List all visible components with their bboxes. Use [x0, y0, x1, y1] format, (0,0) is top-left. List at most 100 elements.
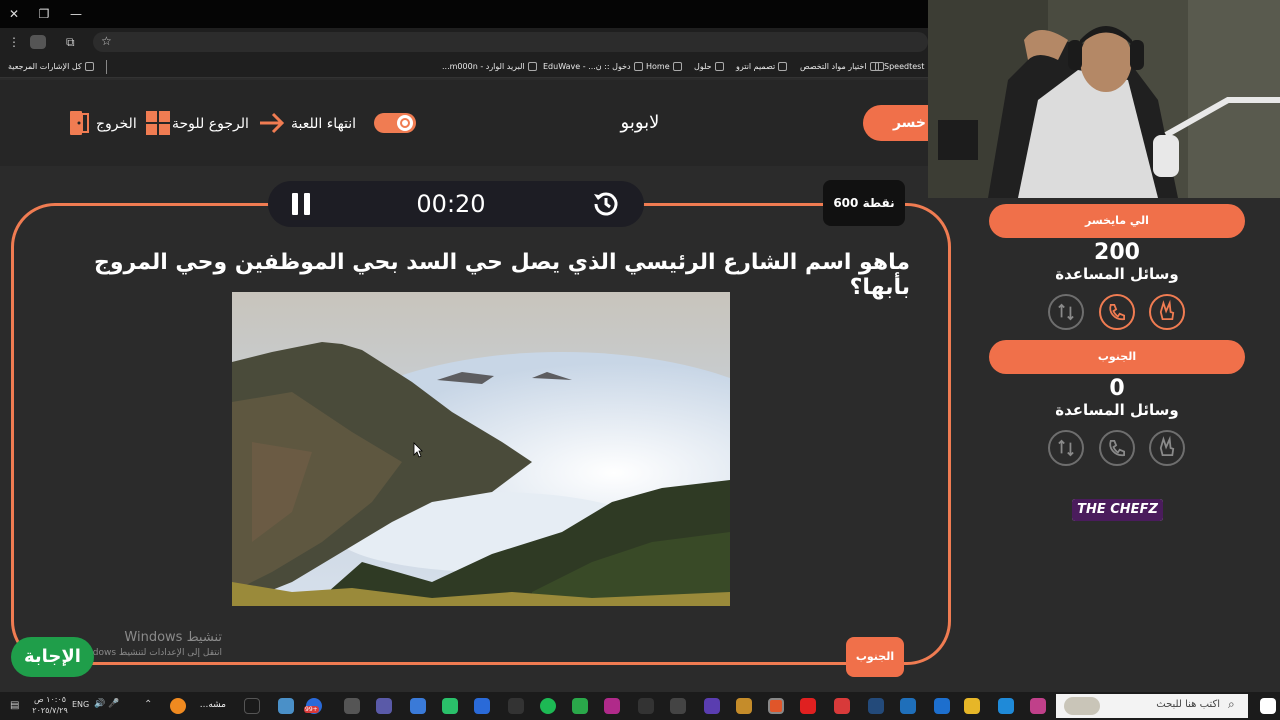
system-tray-icons[interactable]: 🔊 🎤 [94, 699, 119, 709]
mail-icon [527, 62, 537, 71]
chevron-up-icon[interactable]: ⌃ [144, 699, 152, 710]
app-icon-11[interactable] [704, 698, 720, 714]
back-to-board-label[interactable]: الرجوع للوحة [172, 116, 249, 132]
all-bookmarks-folder[interactable]: كل الإشارات المرجعية [8, 59, 94, 75]
bookmarks-bar: كل الإشارات المرجعية البريد الوارد - m00… [0, 56, 928, 78]
activation-watermark-title: تنشيط Windows [124, 630, 222, 645]
taskbar-time[interactable]: ١٠:٠٥ ص [30, 695, 70, 704]
mouse-pointer-icon [413, 442, 423, 458]
bookmark-solutions[interactable]: حلول [694, 59, 724, 75]
game-title: لابوبو [620, 112, 660, 133]
app-icon-9[interactable] [638, 698, 654, 714]
file-explorer-icon[interactable] [964, 698, 980, 714]
search-highlight-icon [1064, 697, 1100, 715]
category-badge: الجنوب [846, 637, 904, 677]
running-app-icon[interactable] [170, 698, 186, 714]
answer-button[interactable]: الإجابة [11, 637, 94, 677]
task-view-icon[interactable] [934, 698, 950, 714]
team1-two-answers-aid-icon[interactable] [1149, 294, 1185, 330]
restart-timer-icon[interactable] [592, 190, 620, 218]
team1-swap-aid-icon[interactable] [1048, 294, 1084, 330]
timer-bar: 00:20 [268, 181, 644, 227]
page-icon [672, 62, 682, 71]
arrow-right-icon[interactable] [258, 111, 286, 135]
team2-swap-aid-icon[interactable] [1048, 430, 1084, 466]
exit-icon[interactable] [68, 110, 92, 136]
youtube-icon[interactable] [800, 698, 816, 714]
steam-icon[interactable] [868, 698, 884, 714]
team1-score: 200 [1094, 240, 1140, 265]
team1-name: الي مايخسر [989, 204, 1245, 238]
notification-center-icon[interactable]: ▤ [10, 700, 19, 711]
running-app-label[interactable]: مشه... [190, 700, 226, 710]
browser-tab-bar: ✕ ❐ — [0, 0, 928, 28]
app-icon-2[interactable] [376, 698, 392, 714]
end-game-label[interactable]: انتهاء اللعبة [291, 116, 356, 132]
board-grid-icon[interactable] [146, 111, 170, 135]
app-icon-3[interactable] [410, 698, 426, 714]
language-indicator[interactable]: ENG [72, 700, 89, 709]
app-icon-6[interactable] [508, 698, 524, 714]
team2-two-answers-aid-icon[interactable] [1149, 430, 1185, 466]
epic-games-icon[interactable] [244, 698, 260, 714]
app-icon-5[interactable] [474, 698, 490, 714]
pause-icon[interactable] [290, 192, 312, 216]
bookmark-inbox[interactable]: البريد الوارد - m000n... [442, 59, 537, 75]
team2-score: 0 [1109, 376, 1125, 401]
chrome-icon[interactable] [768, 698, 784, 714]
media-player-icon[interactable] [834, 698, 850, 714]
taskbar-search[interactable]: اكتب هنا للبحث ⌕ [1056, 694, 1248, 718]
app-icon-12[interactable] [736, 698, 752, 714]
windows-start-icon[interactable] [1260, 698, 1276, 714]
team1-phone-aid-icon[interactable] [1099, 294, 1135, 330]
bookmark-home[interactable]: Home [646, 59, 682, 75]
browser-menu-icon[interactable]: ⋮ [8, 34, 20, 50]
profile-icon[interactable] [30, 35, 46, 49]
speedtest-icon [875, 62, 884, 71]
toggle-switch[interactable] [374, 113, 416, 133]
url-field[interactable]: ☆ [93, 32, 928, 52]
taskbar-search-placeholder: اكتب هنا للبحث [1156, 699, 1220, 710]
app-icon-1[interactable] [344, 698, 360, 714]
bookmark-intro-design[interactable]: تصميم انترو [736, 59, 788, 75]
game-header [0, 80, 928, 166]
restore-window-icon[interactable]: ❐ [34, 4, 54, 24]
gear-icon [397, 115, 413, 131]
taskbar-date[interactable]: ٢٠٢٥/٧/٢٩ [30, 706, 70, 715]
exit-label[interactable]: الخروج [96, 116, 137, 132]
edge-icon[interactable] [998, 698, 1014, 714]
bookmark-eduwave[interactable]: دخول :: ن... - EduWave [543, 59, 643, 75]
app-icon-10[interactable] [670, 698, 686, 714]
close-window-icon[interactable]: ✕ [4, 4, 24, 24]
notification-count-badge: 99+ [304, 706, 319, 713]
copilot-icon[interactable] [1030, 698, 1046, 714]
app-icon-8[interactable] [604, 698, 620, 714]
star-bookmark-icon[interactable]: ☆ [101, 34, 112, 48]
taskbar: اكتب هنا للبحث ⌕ 99+ مشه... ⌃ 🔊 🎤 ENG ١٠… [0, 692, 1280, 720]
bookmark-choose-courses[interactable]: اختيار مواد التخصص [800, 59, 879, 75]
outlook-icon[interactable] [900, 698, 916, 714]
sponsor-logo-text: THE CHEFZ [1072, 499, 1163, 521]
page-icon [778, 62, 788, 71]
question-image [232, 292, 730, 606]
page-icon [714, 62, 724, 71]
sponsor-logo: THE CHEFZ [1072, 499, 1163, 521]
bookmarks-divider [106, 60, 107, 74]
team2-name: الجنوب [989, 340, 1245, 374]
extensions-icon[interactable]: ⧉ [66, 34, 82, 50]
minimize-window-icon[interactable]: — [66, 4, 86, 24]
spotify-icon[interactable] [540, 698, 556, 714]
webcam-overlay [928, 0, 1280, 198]
app-icon-4[interactable] [442, 698, 458, 714]
browser-address-bar: ⋮ ⧉ ☆ [0, 28, 928, 56]
bookmark-speedtest[interactable]: Speedtest [872, 59, 924, 75]
team-tab[interactable]: خسر [863, 105, 928, 141]
team2-phone-aid-icon[interactable] [1099, 430, 1135, 466]
app-icon-7[interactable] [572, 698, 588, 714]
folder-icon [84, 62, 94, 71]
notification-app-icon[interactable]: 99+ [304, 698, 322, 714]
points-badge: 600 نقطة [823, 180, 905, 226]
search-icon: ⌕ [1228, 697, 1235, 711]
app-icon-0[interactable] [278, 698, 294, 714]
page-icon [633, 62, 643, 71]
